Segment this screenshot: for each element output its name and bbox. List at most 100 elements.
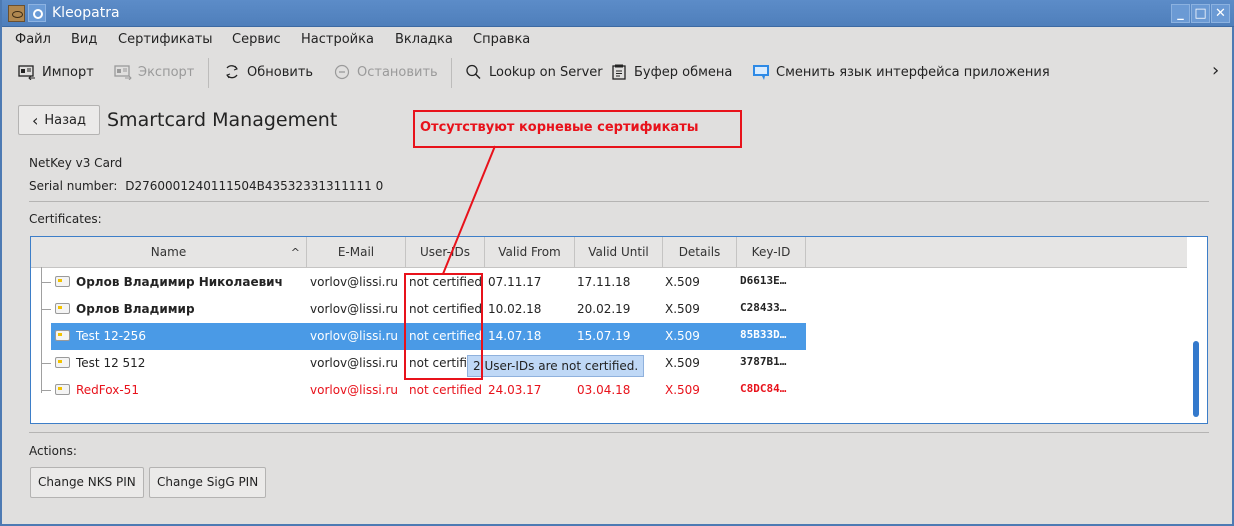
menu-bar: Файл Вид Сертификаты Сервис Настройка Вк… — [2, 28, 1232, 52]
cell-details: X.509 — [665, 302, 700, 316]
cell-name: RedFox-51 — [76, 383, 139, 397]
cell-userids: not certified — [409, 383, 482, 397]
maximize-button[interactable]: □ — [1191, 4, 1210, 23]
certificate-icon — [55, 357, 70, 368]
column-header-valid-until[interactable]: Valid Until — [575, 237, 663, 268]
toolbar: Импорт Экспорт Обновить Остановить Looku… — [2, 56, 1232, 90]
cell-details: X.509 — [665, 329, 700, 343]
menu-help[interactable]: Справка — [473, 32, 530, 47]
cell-email: vorlov@lissi.ru — [310, 329, 399, 343]
cell-valid-from: 07.11.17 — [488, 275, 542, 289]
export-icon — [114, 65, 132, 80]
change-sigg-pin-button[interactable]: Change SigG PIN — [149, 467, 267, 498]
serial-label: Serial number: — [29, 179, 118, 193]
import-icon — [18, 65, 35, 80]
cell-email: vorlov@lissi.ru — [310, 383, 399, 397]
menu-view[interactable]: Вид — [71, 32, 97, 47]
app-icon[interactable] — [8, 5, 25, 22]
certificate-icon — [55, 330, 70, 341]
back-label: Назад — [44, 112, 86, 128]
cell-details: X.509 — [665, 383, 700, 397]
certificate-icon — [55, 384, 70, 395]
tree-branch — [41, 363, 51, 364]
certificates-table[interactable]: Name ^ E-Mail User-IDs Valid From Valid … — [30, 236, 1208, 424]
divider — [29, 201, 1209, 202]
kleopatra-window: Kleopatra _ □ ✕ Файл Вид Сертификаты Сер… — [0, 0, 1234, 526]
tree-line — [41, 267, 42, 393]
cell-details: X.509 — [665, 356, 700, 370]
cell-email: vorlov@lissi.ru — [310, 275, 399, 289]
cell-valid-from: 24.03.17 — [488, 383, 542, 397]
lookup-on-server-button[interactable]: Lookup on Server — [465, 64, 603, 80]
column-header-name[interactable]: Name ^ — [31, 237, 307, 268]
cell-name: Орлов Владимир — [76, 302, 195, 316]
speech-bubble-icon — [753, 65, 769, 80]
serial-number: Serial number: D2760001240111504B4353233… — [29, 179, 383, 193]
title-bar: Kleopatra _ □ ✕ — [2, 0, 1234, 27]
sort-ascending-icon: ^ — [290, 246, 300, 259]
serial-value: D2760001240111504B43532331311111 0 — [125, 179, 384, 193]
search-icon — [466, 64, 481, 79]
column-header-userids[interactable]: User-IDs — [406, 237, 485, 268]
cell-valid-from: 10.02.18 — [488, 302, 542, 316]
cell-valid-until: 17.11.18 — [577, 275, 631, 289]
cell-keyid: D6613E… — [740, 274, 787, 287]
tree-branch — [41, 309, 51, 310]
chevron-right-icon: › — [1212, 60, 1220, 81]
back-button[interactable]: ‹ Назад — [18, 105, 100, 135]
refresh-button[interactable]: Обновить — [223, 64, 313, 80]
stop-label: Остановить — [357, 64, 438, 80]
window-menu-icon[interactable] — [28, 4, 46, 22]
column-header-valid-from[interactable]: Valid From — [485, 237, 575, 268]
cell-details: X.509 — [665, 275, 700, 289]
clipboard-button[interactable]: Буфер обмена — [610, 64, 732, 80]
annotation-highlight-box — [404, 273, 483, 380]
stop-button[interactable]: Остановить — [333, 64, 438, 80]
cell-keyid: 85B33D… — [740, 328, 787, 341]
toolbar-separator — [451, 58, 452, 88]
change-language-button[interactable]: Сменить язык интерфейса приложения — [752, 64, 1050, 80]
menu-settings[interactable]: Настройка — [301, 32, 374, 47]
menu-certificates[interactable]: Сертификаты — [118, 32, 213, 47]
cell-keyid: 3787B1… — [740, 355, 787, 368]
import-label: Импорт — [42, 64, 94, 80]
column-header-email[interactable]: E-Mail — [307, 237, 406, 268]
refresh-icon — [226, 65, 238, 79]
menu-file[interactable]: Файл — [15, 32, 51, 47]
export-label: Экспорт — [138, 64, 195, 80]
menu-tab[interactable]: Вкладка — [395, 32, 453, 47]
userids-tooltip: 2 User-IDs are not certified. — [467, 355, 645, 377]
card-name: NetKey v3 Card — [29, 156, 123, 170]
column-header-details[interactable]: Details — [663, 237, 737, 268]
clipboard-icon — [612, 64, 626, 80]
window-title: Kleopatra — [52, 5, 120, 21]
import-button[interactable]: Импорт — [18, 64, 94, 80]
column-header-keyid[interactable]: Key-ID — [737, 237, 806, 268]
minimize-button[interactable]: _ — [1171, 4, 1190, 23]
tree-branch — [41, 282, 51, 283]
cell-valid-until: 15.07.19 — [577, 329, 631, 343]
table-row-expired[interactable]: RedFox-51 vorlov@lissi.ru not certified … — [51, 377, 806, 404]
stop-icon — [334, 64, 350, 80]
cell-keyid: C28433… — [740, 301, 787, 314]
export-button[interactable]: Экспорт — [114, 64, 194, 80]
actions-label: Actions: — [29, 444, 77, 458]
table-header: Name ^ E-Mail User-IDs Valid From Valid … — [31, 237, 1187, 268]
page-title: Smartcard Management — [107, 109, 338, 131]
cell-valid-until: 03.04.18 — [577, 383, 631, 397]
cell-email: vorlov@lissi.ru — [310, 302, 399, 316]
cell-keyid: C8DC84… — [740, 382, 787, 395]
toolbar-overflow-button[interactable]: › — [1212, 60, 1219, 81]
toolbar-separator — [208, 58, 209, 88]
column-name-label: Name — [150, 245, 187, 259]
close-button[interactable]: ✕ — [1211, 4, 1230, 23]
change-nks-pin-button[interactable]: Change NKS PIN — [30, 467, 144, 498]
chevron-left-icon: ‹ — [31, 110, 39, 130]
tree-branch — [41, 390, 51, 391]
lookup-label: Lookup on Server — [489, 64, 603, 80]
menu-tools[interactable]: Сервис — [232, 32, 281, 47]
vertical-scrollbar[interactable] — [1193, 341, 1199, 417]
certificate-icon — [55, 276, 70, 287]
annotation-text: Отсутствуют корневые сертификаты — [420, 120, 699, 135]
divider — [29, 432, 1209, 433]
